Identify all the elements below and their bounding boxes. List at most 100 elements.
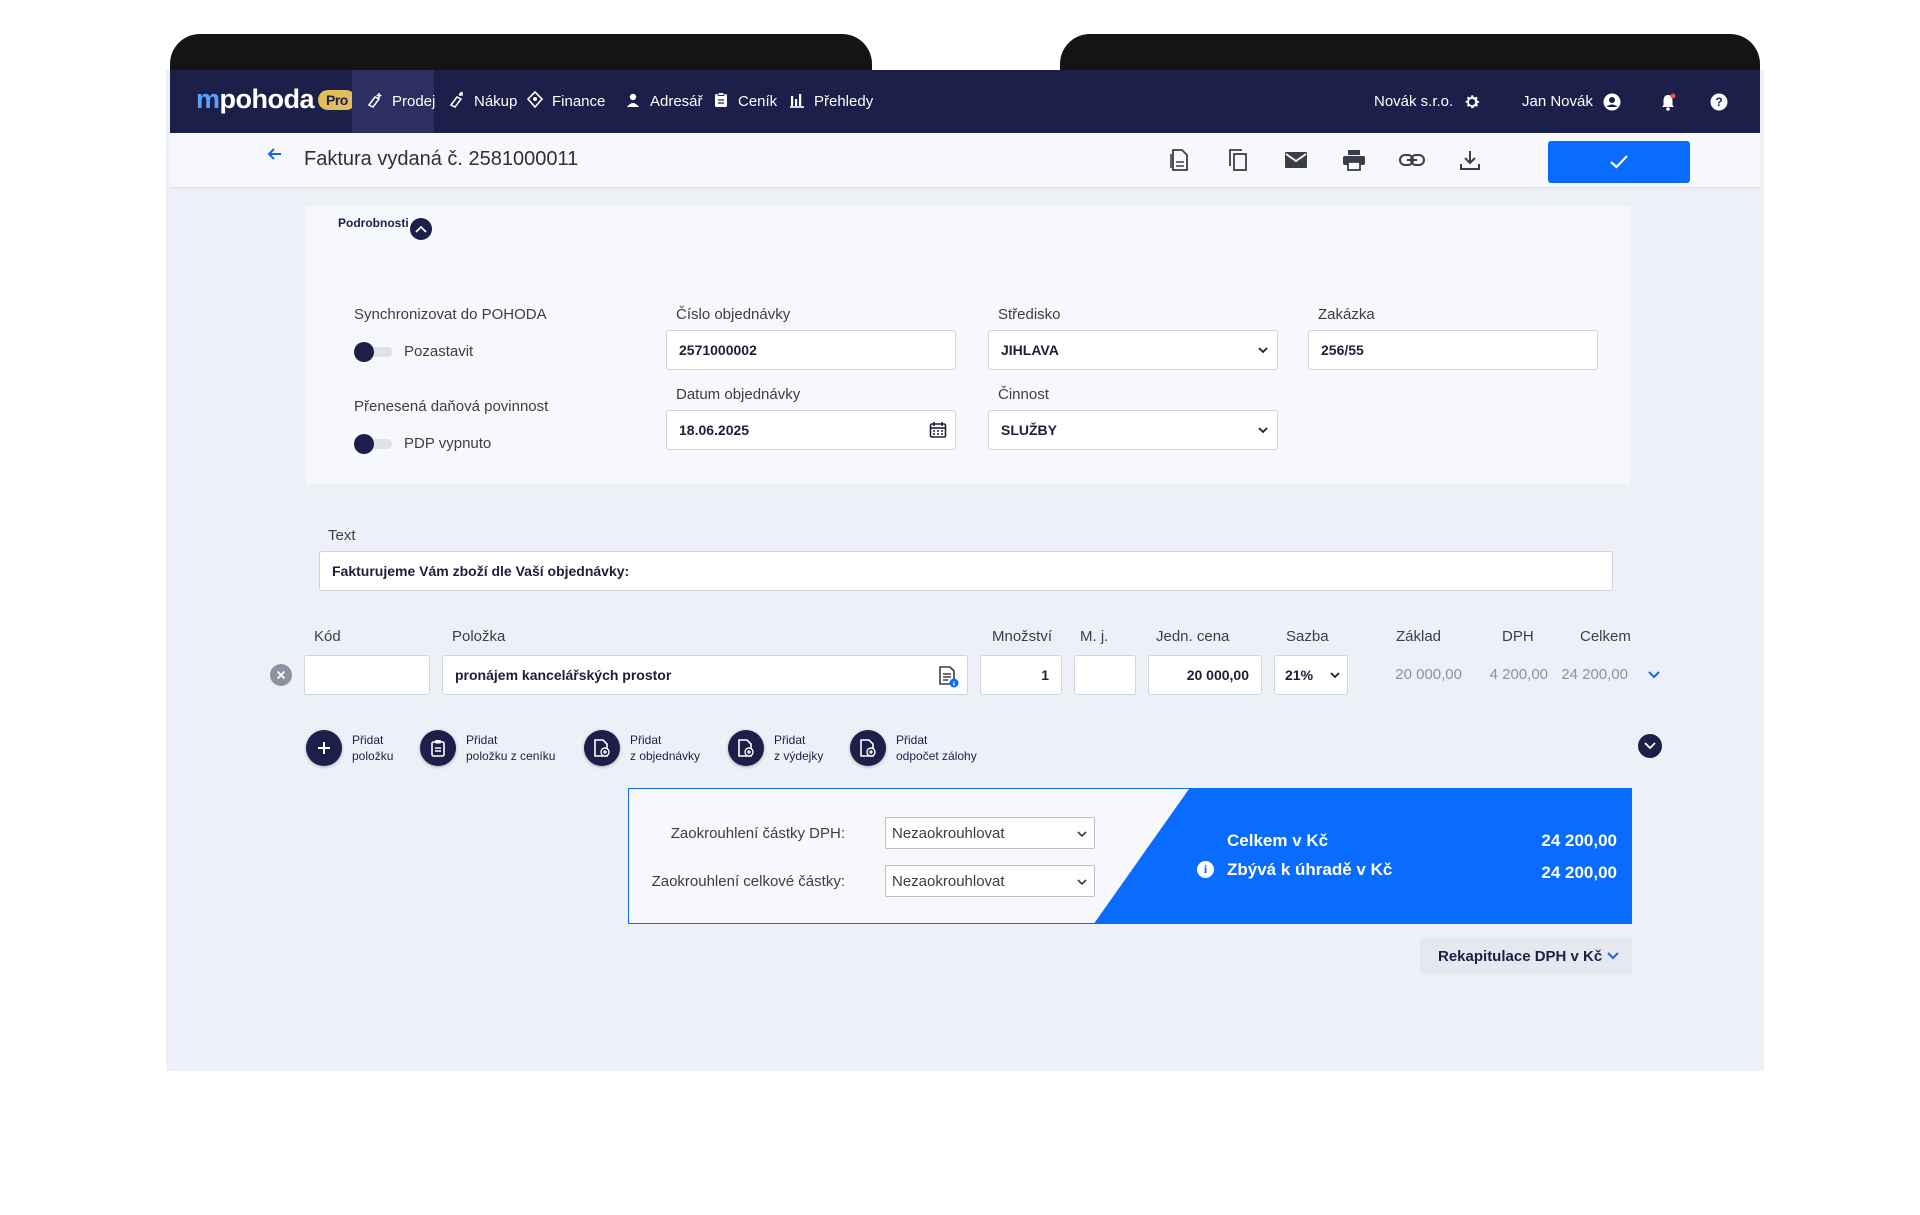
item-detail-icon[interactable] xyxy=(937,664,959,688)
info-icon[interactable]: i xyxy=(1197,861,1214,878)
order-number-label: Číslo objednávky xyxy=(676,306,791,323)
contract-label: Zakázka xyxy=(1318,306,1375,323)
total-rounding-label: Zaokrouhlení celkové částky: xyxy=(651,873,845,890)
mail-icon xyxy=(1284,151,1308,169)
person-icon xyxy=(624,92,642,112)
vat-rounding-select[interactable]: Nezaokrouhlovat xyxy=(885,817,1095,849)
pohoda-logo[interactable]: mpohoda Pro xyxy=(196,84,356,115)
sync-toggle-text: Pozastavit xyxy=(404,343,474,360)
help-button[interactable]: ? xyxy=(1710,70,1728,133)
text-input[interactable]: Fakturujeme Vám zboží dle Vaší objednávk… xyxy=(319,551,1613,591)
chevron-down-icon xyxy=(1644,742,1656,750)
sync-toggle-knob xyxy=(354,342,374,362)
top-navigation: mpohodaPro Prodej Nákup Finance Adresář xyxy=(170,70,1760,133)
unit-input[interactable] xyxy=(1074,655,1136,695)
add-from-pricelist-button[interactable]: Přidat položku z ceníku xyxy=(420,730,555,766)
centre-select[interactable]: JIHLAVA xyxy=(988,330,1278,370)
nav-item-nakup[interactable]: Nákup xyxy=(448,70,517,133)
nav-item-adresar[interactable]: Adresář xyxy=(624,70,703,133)
order-date-input[interactable]: 18.06.2025 xyxy=(666,410,956,450)
purchase-icon xyxy=(448,90,466,113)
remaining-label: Zbývá k úhradě v Kč xyxy=(1227,860,1393,879)
pdf-icon xyxy=(1169,148,1191,172)
chevron-down-icon xyxy=(1606,951,1620,961)
print-button[interactable] xyxy=(1340,146,1368,174)
pro-badge: Pro xyxy=(318,90,356,110)
total-amount: 24 200,00 xyxy=(1541,831,1617,850)
help-icon: ? xyxy=(1710,93,1728,111)
email-button[interactable] xyxy=(1282,146,1310,174)
chevron-up-icon xyxy=(415,225,427,233)
user-menu[interactable]: Jan Novák xyxy=(1522,70,1621,133)
calendar-icon[interactable] xyxy=(929,421,947,439)
activity-select[interactable]: SLUŽBY xyxy=(988,410,1278,450)
column-header-code: Kód xyxy=(314,628,341,645)
svg-text:?: ? xyxy=(1715,95,1722,109)
sale-icon xyxy=(366,91,384,113)
confirm-button[interactable] xyxy=(1548,141,1690,183)
column-header-item: Položka xyxy=(452,628,506,645)
document-plus-icon xyxy=(728,730,764,766)
document-toolbar: Faktura vydaná č. 2581000011 xyxy=(170,133,1760,188)
add-advance-deduction-button[interactable]: Přidat odpočet zálohy xyxy=(850,730,977,766)
vat-value: 4 200,00 xyxy=(1489,666,1548,683)
total-value: 24 200,00 xyxy=(1561,666,1628,683)
bell-icon xyxy=(1660,93,1676,111)
download-button[interactable] xyxy=(1456,146,1484,174)
company-selector[interactable]: Novák s.r.o. xyxy=(1374,70,1481,133)
add-from-order-button[interactable]: Přidat z objednávky xyxy=(584,730,700,766)
nav-item-prehledy[interactable]: Přehledy xyxy=(788,70,873,133)
pdp-label: Přenesená daňová povinnost xyxy=(354,398,549,415)
total-rounding-select[interactable]: Nezaokrouhlovat xyxy=(885,865,1095,897)
add-from-delivery-note-button[interactable]: Přidat z výdejky xyxy=(728,730,823,766)
details-panel: Podrobnosti Synchronizovat do POHODA Poz… xyxy=(306,206,1630,484)
contract-input[interactable]: 256/55 xyxy=(1308,330,1598,370)
item-input[interactable]: pronájem kancelářských prostor xyxy=(442,655,968,695)
page-title: Faktura vydaná č. 2581000011 xyxy=(304,148,579,170)
nav-item-cenik[interactable]: Ceník xyxy=(712,70,777,133)
back-arrow-icon[interactable] xyxy=(266,145,284,169)
quantity-input[interactable]: 1 xyxy=(980,655,1062,695)
chevron-down-icon xyxy=(1076,827,1088,841)
add-item-button[interactable]: Přidat položku xyxy=(306,730,393,766)
clipboard-icon xyxy=(420,730,456,766)
order-date-label: Datum objednávky xyxy=(676,386,801,403)
pdp-toggle[interactable] xyxy=(354,434,392,454)
remove-row-icon[interactable] xyxy=(270,664,292,686)
expand-more-button[interactable] xyxy=(1638,734,1662,758)
user-circle-icon xyxy=(1603,93,1621,111)
remaining-amount: 24 200,00 xyxy=(1541,863,1617,882)
expand-row-icon[interactable] xyxy=(1646,668,1662,682)
column-header-unit: M. j. xyxy=(1080,628,1109,645)
vat-rate-select[interactable]: 21% xyxy=(1274,655,1348,695)
column-header-vat: DPH xyxy=(1502,628,1534,645)
finance-icon xyxy=(526,90,544,113)
link-button[interactable] xyxy=(1398,146,1426,174)
centre-label: Středisko xyxy=(998,306,1061,323)
document-plus-icon xyxy=(850,730,886,766)
column-header-quantity: Množství xyxy=(992,628,1053,645)
link-icon xyxy=(1399,153,1425,167)
copy-button[interactable] xyxy=(1224,146,1252,174)
nav-item-finance[interactable]: Finance xyxy=(526,70,605,133)
activity-label: Činnost xyxy=(998,386,1049,403)
pdp-toggle-text: PDP vypnuto xyxy=(404,435,492,452)
sync-toggle[interactable] xyxy=(354,342,392,362)
collapse-details-button[interactable] xyxy=(410,218,432,240)
check-icon xyxy=(1609,154,1629,170)
vat-recap-toggle[interactable]: Rekapitulace DPH v Kč xyxy=(1420,938,1632,974)
totals-panel: Zaokrouhlení částky DPH: Nezaokrouhlovat… xyxy=(628,788,1632,924)
chart-icon xyxy=(788,92,806,112)
pricelist-icon xyxy=(712,91,730,112)
order-number-input[interactable]: 2571000002 xyxy=(666,330,956,370)
unit-price-input[interactable]: 20 000,00 xyxy=(1148,655,1262,695)
notifications-button[interactable] xyxy=(1660,70,1676,133)
document-plus-icon xyxy=(584,730,620,766)
pdf-button[interactable] xyxy=(1166,146,1194,174)
code-input[interactable] xyxy=(304,655,430,695)
pdp-toggle-knob xyxy=(354,434,374,454)
column-header-total: Celkem xyxy=(1580,628,1631,645)
nav-item-prodej[interactable]: Prodej xyxy=(352,70,435,133)
sync-label: Synchronizovat do POHODA xyxy=(354,306,547,323)
copy-icon xyxy=(1227,148,1249,172)
